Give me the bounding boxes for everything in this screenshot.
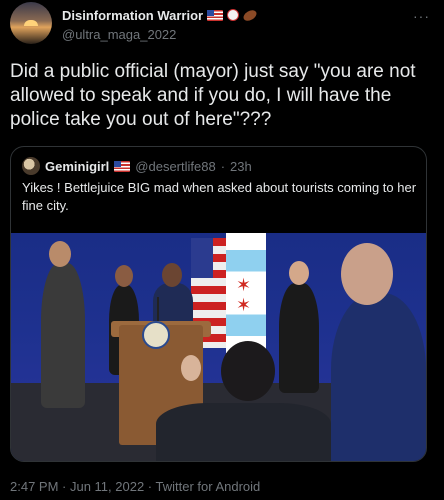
- more-horizontal-icon[interactable]: ···: [413, 8, 430, 24]
- baseball-icon: [227, 9, 240, 21]
- person-raised-hand: [181, 355, 201, 381]
- quoted-tweet-header: Geminigirl @desertlife88 · 23h: [22, 157, 252, 175]
- person-speaker-head: [162, 263, 182, 287]
- microphone: [157, 297, 159, 323]
- person-foreground-center: [156, 403, 331, 461]
- author-avatar[interactable]: [10, 2, 52, 44]
- us-flag-icon: [207, 9, 224, 21]
- quoted-tweet-text: Yikes ! Bettlejuice BIG mad when asked a…: [22, 180, 417, 213]
- quoted-tweet-card[interactable]: Geminigirl @desertlife88 · 23h Yikes ! B…: [10, 146, 427, 462]
- person-foreground-right: [331, 293, 426, 461]
- author-names: Disinformation Warrior @ultra_maga_2022: [62, 6, 259, 42]
- quoted-author-avatar: [22, 157, 40, 175]
- person-left-head: [49, 241, 71, 267]
- author-display-name[interactable]: Disinformation Warrior: [62, 8, 203, 23]
- city-seal: [142, 321, 170, 349]
- quoted-tweet-video[interactable]: ✶ ✶: [11, 233, 426, 461]
- person-back-right-head: [289, 261, 309, 285]
- author-handle[interactable]: @ultra_maga_2022: [62, 27, 257, 42]
- tweet-body-text: Did a public official (mayor) just say "…: [10, 61, 416, 130]
- person-left: [41, 263, 85, 408]
- chicago-flag-prop: ✶ ✶: [226, 233, 266, 353]
- quoted-author-handle: @desertlife88: [135, 158, 216, 174]
- tweet-header: Disinformation Warrior @ultra_maga_2022 …: [10, 2, 434, 46]
- person-foreground-center-head: [221, 341, 275, 401]
- quoted-tweet-time: 23h: [230, 158, 252, 174]
- display-name-row[interactable]: Disinformation Warrior: [62, 6, 259, 24]
- person-back-right: [279, 283, 319, 393]
- tweet-timestamp[interactable]: 2:47 PM · Jun 11, 2022 · Twitter for And…: [10, 479, 260, 494]
- us-flag-icon: [114, 160, 131, 172]
- quoted-author-display-name: Geminigirl: [45, 158, 110, 174]
- football-icon: [241, 7, 259, 23]
- person-back-left-head: [115, 265, 133, 287]
- separator-dot: ·: [220, 158, 226, 174]
- person-foreground-right-head: [341, 243, 393, 305]
